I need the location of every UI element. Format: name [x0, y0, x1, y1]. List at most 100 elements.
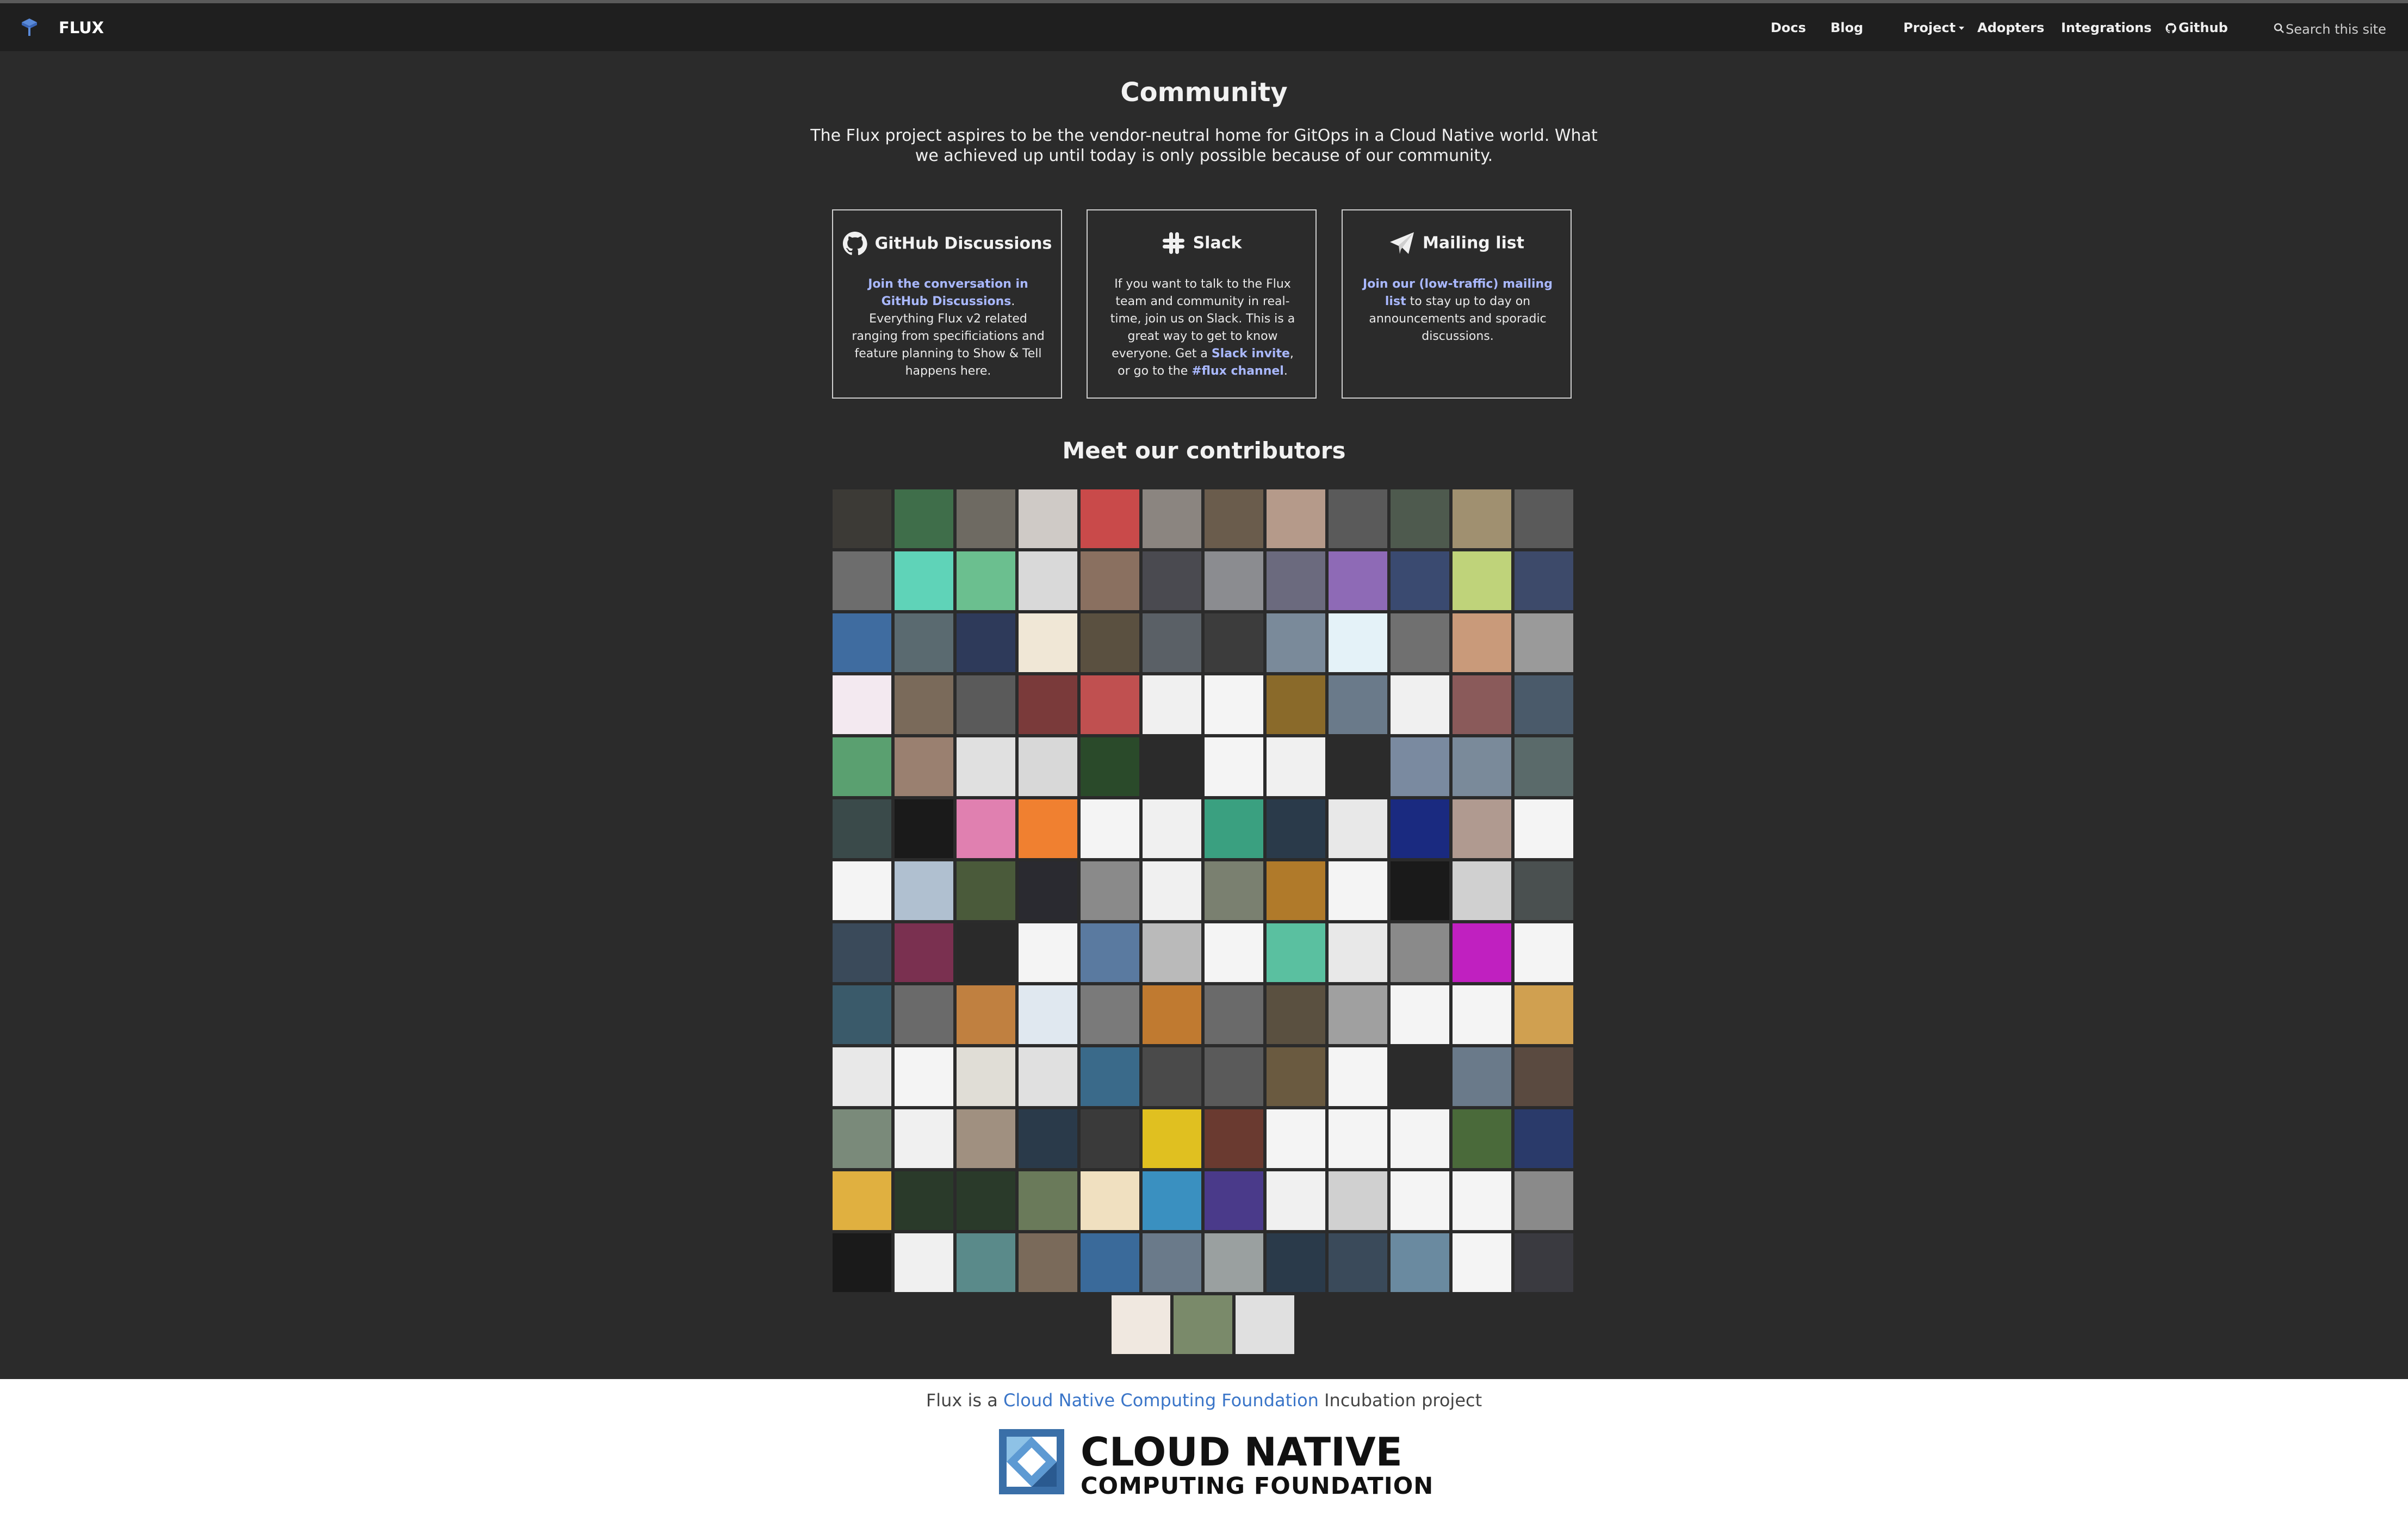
contributor-avatar[interactable] [957, 861, 1015, 920]
contributor-avatar[interactable] [1019, 985, 1077, 1044]
contributor-avatar[interactable] [1391, 985, 1449, 1044]
nav-project[interactable]: Project [1903, 20, 1965, 35]
contributor-avatar[interactable] [1391, 799, 1449, 858]
contributor-avatar[interactable] [1329, 1171, 1387, 1230]
contributor-avatar[interactable] [1205, 861, 1263, 920]
contributor-avatar[interactable] [1267, 1109, 1325, 1168]
contributor-avatar[interactable] [1081, 737, 1139, 796]
nav-github[interactable]: Github [2165, 20, 2228, 35]
contributor-avatar[interactable] [1267, 489, 1325, 548]
contributor-avatar[interactable] [1205, 1109, 1263, 1168]
contributor-avatar[interactable] [833, 613, 891, 672]
contributor-avatar[interactable] [1391, 551, 1449, 610]
contributor-avatar[interactable] [1081, 489, 1139, 548]
contributor-avatar[interactable] [1267, 1233, 1325, 1292]
contributor-avatar[interactable] [1205, 1233, 1263, 1292]
contributor-avatar[interactable] [1391, 1109, 1449, 1168]
nav-integrations[interactable]: Integrations [2061, 20, 2152, 35]
contributor-avatar[interactable] [1453, 737, 1511, 796]
contributor-avatar[interactable] [1515, 799, 1573, 858]
contributor-avatar[interactable] [1081, 675, 1139, 734]
contributor-avatar[interactable] [1205, 613, 1263, 672]
contributor-avatar[interactable] [1143, 923, 1201, 982]
contributor-avatar[interactable] [1267, 1171, 1325, 1230]
contributor-avatar[interactable] [1515, 1109, 1573, 1168]
search-input[interactable] [2286, 20, 2392, 39]
contributor-avatar[interactable] [957, 1171, 1015, 1230]
contributor-avatar[interactable] [833, 923, 891, 982]
contributor-avatar[interactable] [1143, 489, 1201, 548]
contributor-avatar[interactable] [1453, 861, 1511, 920]
contributor-avatar[interactable] [895, 799, 953, 858]
contributor-avatar[interactable] [895, 489, 953, 548]
contributor-avatar[interactable] [1515, 861, 1573, 920]
contributor-avatar[interactable] [895, 985, 953, 1044]
contributor-avatar[interactable] [1143, 1109, 1201, 1168]
contributor-avatar[interactable] [1267, 551, 1325, 610]
contributor-avatar[interactable] [1329, 675, 1387, 734]
contributor-avatar[interactable] [957, 551, 1015, 610]
contributor-avatar[interactable] [1453, 613, 1511, 672]
contributor-avatar[interactable] [1143, 985, 1201, 1044]
contributor-avatar[interactable] [1515, 1171, 1573, 1230]
contributor-avatar[interactable] [833, 489, 891, 548]
contributor-avatar[interactable] [1515, 923, 1573, 982]
contributor-avatar[interactable] [1143, 1233, 1201, 1292]
contributor-avatar[interactable] [895, 1171, 953, 1230]
contributor-avatar[interactable] [1019, 737, 1077, 796]
contributor-avatar[interactable] [1453, 985, 1511, 1044]
contributor-avatar[interactable] [1143, 613, 1201, 672]
contributor-avatar[interactable] [1329, 737, 1387, 796]
flux-channel-link[interactable]: #flux channel [1191, 364, 1284, 378]
contributor-avatar[interactable] [1329, 1047, 1387, 1106]
contributor-avatar[interactable] [1267, 1047, 1325, 1106]
contributor-avatar[interactable] [1515, 613, 1573, 672]
contributor-avatar[interactable] [1019, 1109, 1077, 1168]
contributor-avatar[interactable] [1205, 551, 1263, 610]
contributor-avatar[interactable] [1391, 1047, 1449, 1106]
contributor-avatar[interactable] [895, 737, 953, 796]
contributor-avatar[interactable] [1081, 985, 1139, 1044]
contributor-avatar[interactable] [1019, 923, 1077, 982]
contributor-avatar[interactable] [957, 923, 1015, 982]
slack-invite-link[interactable]: Slack invite [1212, 347, 1290, 361]
contributor-avatar[interactable] [1143, 1171, 1201, 1230]
contributor-avatar[interactable] [1515, 1233, 1573, 1292]
contributor-avatar[interactable] [1329, 613, 1387, 672]
contributor-avatar[interactable] [957, 675, 1015, 734]
contributor-avatar[interactable] [1329, 985, 1387, 1044]
contributor-avatar[interactable] [957, 1109, 1015, 1168]
cncf-link[interactable]: Cloud Native Computing Foundation [1003, 1390, 1319, 1411]
contributor-avatar[interactable] [1515, 1047, 1573, 1106]
contributor-avatar[interactable] [833, 985, 891, 1044]
contributor-avatar[interactable] [1391, 861, 1449, 920]
contributor-avatar[interactable] [1143, 737, 1201, 796]
contributor-avatar[interactable] [1205, 1047, 1263, 1106]
contributor-avatar[interactable] [1081, 799, 1139, 858]
contributor-avatar[interactable] [1019, 861, 1077, 920]
contributor-avatar[interactable] [1019, 799, 1077, 858]
contributor-avatar[interactable] [1267, 985, 1325, 1044]
contributor-avatar[interactable] [833, 551, 891, 610]
github-discussions-link[interactable]: Join the conversation in GitHub Discussi… [868, 277, 1028, 308]
contributor-avatar[interactable] [1329, 1233, 1387, 1292]
contributor-avatar[interactable] [1205, 489, 1263, 548]
contributor-avatar[interactable] [1081, 551, 1139, 610]
contributor-avatar[interactable] [1205, 985, 1263, 1044]
contributor-avatar[interactable] [895, 551, 953, 610]
contributor-avatar[interactable] [895, 923, 953, 982]
contributor-avatar[interactable] [1236, 1295, 1294, 1354]
nav-docs[interactable]: Docs [1771, 20, 1806, 35]
contributor-avatar[interactable] [833, 675, 891, 734]
contributor-avatar[interactable] [833, 1047, 891, 1106]
contributor-avatar[interactable] [1205, 1171, 1263, 1230]
contributor-avatar[interactable] [1329, 923, 1387, 982]
contributor-avatar[interactable] [1391, 1233, 1449, 1292]
contributor-avatar[interactable] [1515, 985, 1573, 1044]
nav-adopters[interactable]: Adopters [1977, 20, 2044, 35]
flux-logo-icon[interactable] [21, 17, 38, 37]
contributor-avatar[interactable] [957, 1047, 1015, 1106]
contributor-avatar[interactable] [1267, 675, 1325, 734]
contributor-avatar[interactable] [1081, 613, 1139, 672]
contributor-avatar[interactable] [1515, 489, 1573, 548]
